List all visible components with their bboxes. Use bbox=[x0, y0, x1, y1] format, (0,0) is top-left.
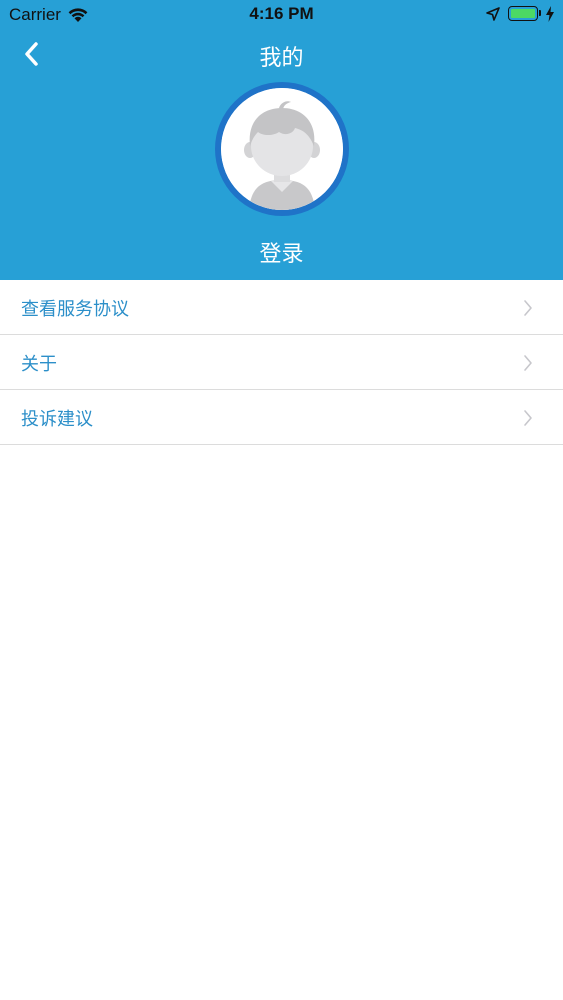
profile-header: Carrier 4:16 PM 我的 登录 bbox=[0, 0, 563, 280]
menu-item-label: 投诉建议 bbox=[21, 409, 93, 430]
charging-bolt-icon bbox=[546, 6, 554, 22]
chevron-right-icon bbox=[524, 300, 532, 316]
page-title: 我的 bbox=[259, 46, 304, 71]
status-bar: Carrier 4:16 PM bbox=[0, 0, 563, 30]
default-boy-avatar-icon bbox=[221, 88, 343, 210]
menu-item-label: 查看服务协议 bbox=[21, 299, 129, 320]
avatar-inner bbox=[221, 88, 343, 210]
avatar[interactable] bbox=[215, 82, 349, 216]
chevron-right-icon bbox=[524, 355, 532, 371]
battery-icon bbox=[508, 6, 538, 21]
menu-item-label: 关于 bbox=[21, 354, 57, 375]
battery-tip bbox=[539, 10, 541, 16]
menu-item-about[interactable]: 关于 bbox=[0, 335, 563, 390]
battery-level bbox=[511, 9, 535, 18]
login-button[interactable]: 登录 bbox=[0, 236, 563, 268]
chevron-right-icon bbox=[524, 410, 532, 426]
clock: 4:16 PM bbox=[249, 4, 314, 23]
menu-item-service-agreement[interactable]: 查看服务协议 bbox=[0, 280, 563, 335]
menu-item-feedback[interactable]: 投诉建议 bbox=[0, 390, 563, 445]
location-arrow-icon bbox=[486, 7, 500, 21]
settings-menu: 查看服务协议 关于 投诉建议 bbox=[0, 280, 563, 445]
